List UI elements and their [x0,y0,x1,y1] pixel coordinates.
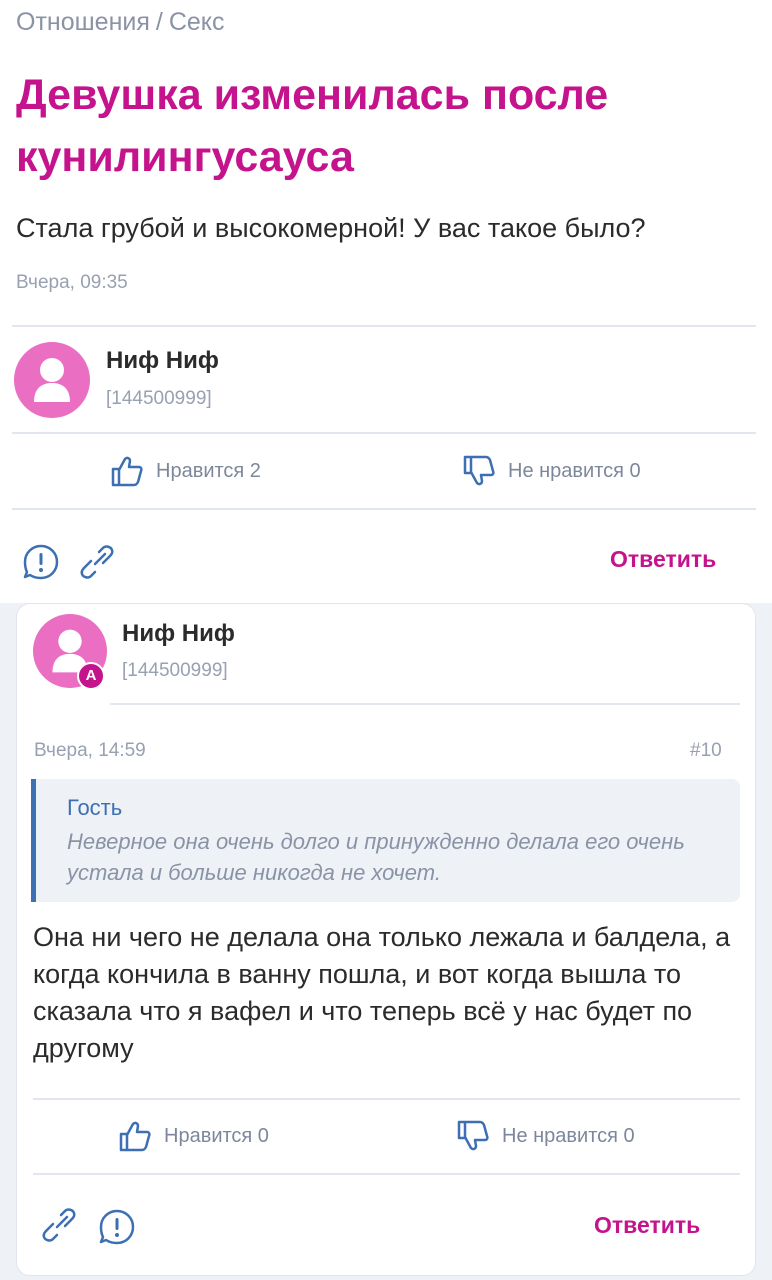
answer-date: Вчера, 14:59 [34,740,146,761]
thumbs-down-icon [457,1120,489,1151]
breadcrumb-subcategory[interactable]: Секс [169,8,225,36]
divider [33,1098,740,1100]
answer-author-id: [144500999] [122,660,228,681]
answer-author-name[interactable]: Ниф Ниф [122,620,235,648]
divider [33,1173,740,1175]
breadcrumb-separator: / [155,8,163,36]
author-avatar[interactable] [14,342,90,418]
thumbs-down-icon [463,455,495,486]
author-badge: А [77,662,105,690]
breadcrumb-category[interactable]: Отношения [16,8,150,36]
question-date: Вчера, 09:35 [16,272,128,293]
dislike-button[interactable]: Не нравится 0 [462,455,641,487]
divider [12,325,756,327]
user-silhouette-icon [34,358,70,402]
answer-body: Она ни чего не делала она только лежала … [33,922,731,1063]
question-title: Девушка изменилась после кунилингусауса [16,71,609,181]
divider [12,508,756,510]
report-icon[interactable] [98,1208,136,1246]
like-button[interactable]: Нравится 2 [110,455,261,487]
answer-number[interactable]: #10 [690,740,722,762]
question-body: Стала грубой и высокомерной! У вас такое… [16,213,646,243]
divider [12,432,756,434]
dislike-count-label: Не нравится 0 [508,459,641,482]
dislike-count-label: Не нравится 0 [502,1124,635,1147]
link-icon[interactable] [78,543,116,581]
quote-text: Неверное она очень долго и принужденно д… [67,829,685,885]
link-icon[interactable] [40,1206,78,1244]
like-count-label: Нравится 0 [164,1124,269,1147]
breadcrumb: Отношения / Секс [16,8,225,37]
thumbs-up-icon [119,1121,151,1152]
quote-author: Гость [67,795,123,820]
like-button[interactable]: Нравится 0 [118,1120,269,1152]
report-icon[interactable] [22,543,60,581]
author-name[interactable]: Ниф Ниф [106,347,219,375]
reply-button[interactable]: Ответить [610,546,716,573]
divider [110,703,740,705]
like-count-label: Нравится 2 [156,459,261,482]
reply-button[interactable]: Ответить [594,1212,700,1239]
author-id: [144500999] [106,388,212,409]
dislike-button[interactable]: Не нравится 0 [456,1120,635,1152]
thumbs-up-icon [111,456,143,487]
